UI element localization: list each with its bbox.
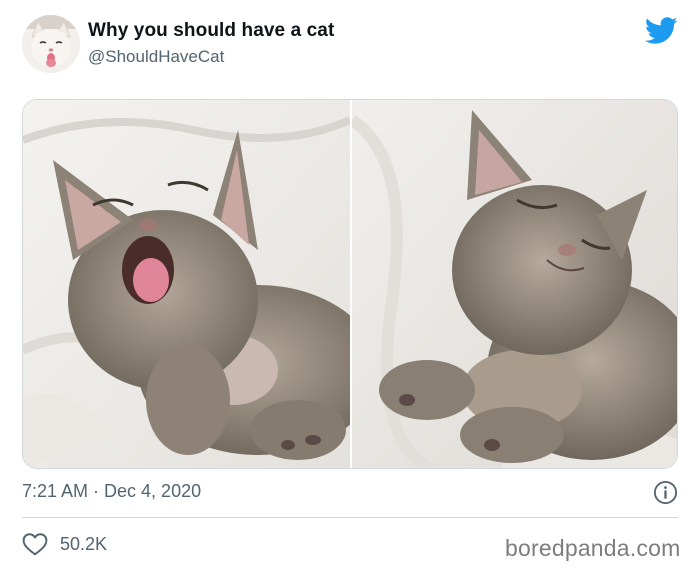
sleeping-kitten-illustration bbox=[348, 100, 677, 468]
tweet-card: Why you should have a cat @ShouldHaveCat bbox=[0, 0, 700, 571]
info-icon[interactable] bbox=[653, 480, 678, 505]
user-info: Why you should have a cat @ShouldHaveCat bbox=[88, 20, 334, 67]
watermark-text: boredpanda.com bbox=[505, 535, 681, 561]
avatar[interactable] bbox=[22, 15, 80, 73]
twitter-bird-svg bbox=[644, 17, 678, 44]
like-button[interactable]: 50.2K bbox=[22, 532, 107, 556]
user-handle[interactable]: @ShouldHaveCat bbox=[88, 47, 334, 67]
tweet-timestamp[interactable]: 7:21 AM · Dec 4, 2020 bbox=[22, 481, 201, 502]
heart-icon bbox=[22, 533, 48, 556]
like-count: 50.2K bbox=[60, 533, 108, 554]
yawning-kitten-photo[interactable] bbox=[23, 100, 378, 468]
display-name[interactable]: Why you should have a cat bbox=[88, 20, 334, 42]
info-icon-svg bbox=[653, 480, 678, 505]
avatar-cat-image bbox=[22, 15, 80, 73]
divider bbox=[22, 517, 678, 518]
yawning-kitten-illustration bbox=[23, 100, 378, 468]
media-grid bbox=[22, 99, 678, 469]
twitter-bird-icon[interactable] bbox=[644, 16, 678, 46]
sleeping-kitten-photo[interactable] bbox=[348, 100, 677, 468]
